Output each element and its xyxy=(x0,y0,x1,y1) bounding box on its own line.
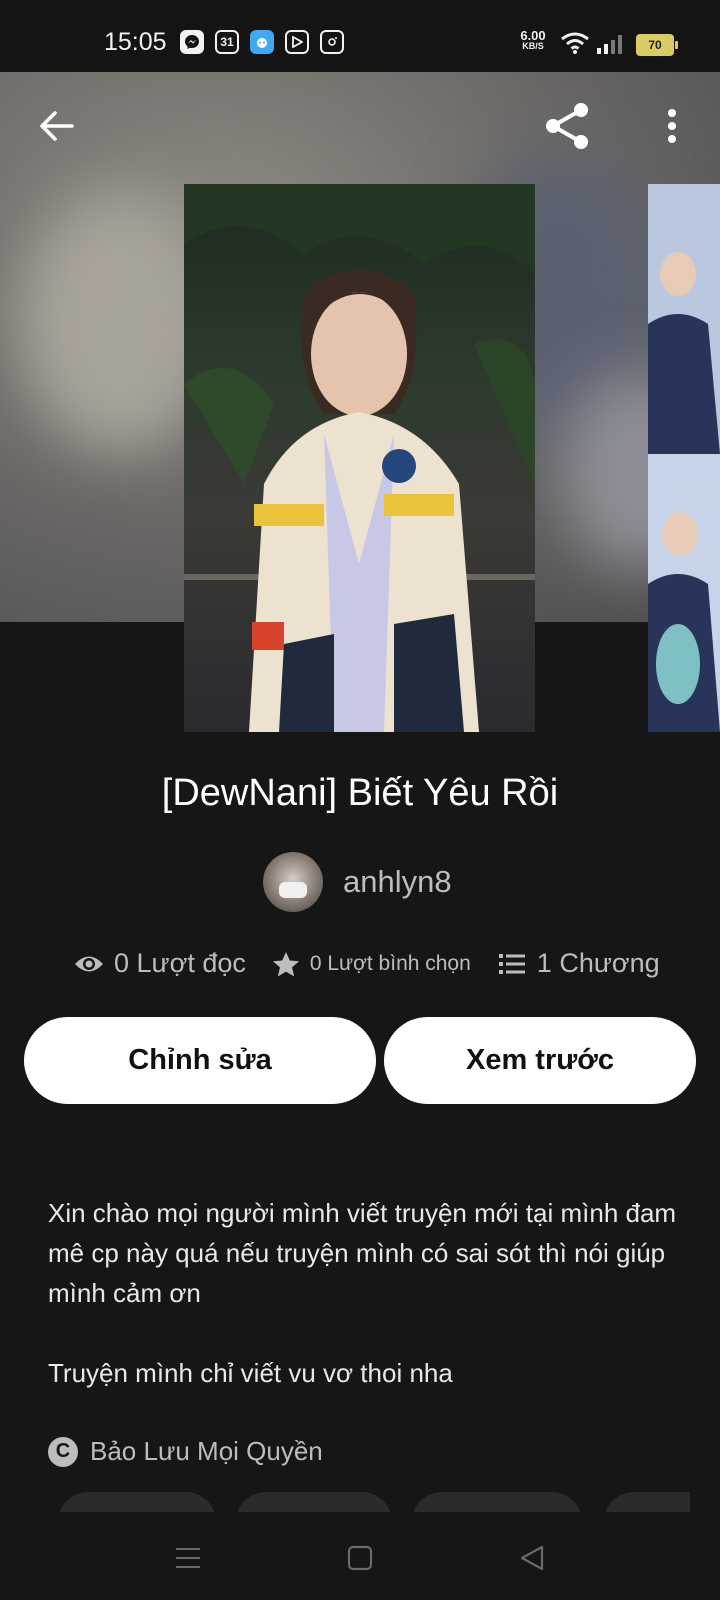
edit-button[interactable]: Chỉnh sửa xyxy=(24,1017,376,1104)
copyright-label: Bảo Lưu Mọi Quyền xyxy=(90,1436,323,1466)
votes-count: 0 Lượt bình chọn xyxy=(309,951,471,975)
tag-chip[interactable] xyxy=(412,1492,582,1512)
reads-count: 0 Lượt đọc xyxy=(114,948,246,978)
recent-apps-button[interactable] xyxy=(168,1540,208,1576)
chapters-count: 1 Chương xyxy=(536,948,660,978)
triangle-back-icon xyxy=(520,1545,544,1571)
votes-stat: 0 Lượt bình chọn xyxy=(272,951,471,977)
play-icon xyxy=(285,30,309,54)
home-button[interactable] xyxy=(340,1540,380,1576)
preview-button[interactable]: Xem trước xyxy=(384,1017,696,1104)
star-icon xyxy=(272,951,299,976)
tag-chip[interactable] xyxy=(604,1492,690,1512)
network-speed-value: 6.00 xyxy=(520,28,546,43)
back-button[interactable] xyxy=(28,98,84,154)
network-speed: 6.00 KB/S xyxy=(515,28,551,52)
author-row[interactable]: anhlyn8 xyxy=(263,852,452,912)
tag-chips xyxy=(58,1492,690,1512)
next-story-cover[interactable] xyxy=(648,184,720,732)
eye-icon xyxy=(75,956,103,971)
menu-icon xyxy=(176,1548,200,1568)
tag-chip[interactable] xyxy=(236,1492,392,1512)
share-icon xyxy=(546,103,588,149)
cover-photo xyxy=(184,184,535,732)
copyright-row: C Bảo Lưu Mọi Quyền xyxy=(48,1436,323,1467)
tag-chip[interactable] xyxy=(58,1492,216,1512)
status-time: 15:05 xyxy=(104,28,167,56)
calendar-icon: 31 xyxy=(215,30,239,54)
app-icon xyxy=(250,30,274,54)
author-name[interactable]: anhlyn8 xyxy=(343,864,452,900)
status-bar: 15:05 31 6.00 KB/S 70 xyxy=(0,0,720,72)
description-paragraph: Xin chào mọi người mình viết truyện mới … xyxy=(48,1198,677,1308)
battery-icon: 70 xyxy=(636,34,678,56)
list-icon xyxy=(498,953,525,974)
more-options-button[interactable] xyxy=(644,98,700,154)
arrow-left-icon xyxy=(40,111,74,141)
square-icon xyxy=(347,1545,373,1571)
story-cover[interactable] xyxy=(184,184,535,732)
wifi-icon xyxy=(560,32,590,59)
messenger-icon xyxy=(180,30,204,54)
story-title: [DewNani] Biết Yêu Rồi xyxy=(161,772,559,814)
chapters-stat: 1 Chương xyxy=(498,948,660,979)
share-button[interactable] xyxy=(540,98,596,154)
more-vertical-icon xyxy=(668,109,676,143)
description-paragraph: Truyện mình chỉ viết vu vơ thoi nha xyxy=(48,1358,453,1388)
avatar[interactable] xyxy=(263,852,323,912)
signal-icon xyxy=(597,34,625,59)
next-cover-photo xyxy=(648,184,720,732)
notification-icons: 31 xyxy=(180,30,344,54)
reads-stat: 0 Lượt đọc xyxy=(74,948,246,979)
instagram-icon xyxy=(320,30,344,54)
copyright-icon: C xyxy=(48,1436,78,1467)
back-nav-button[interactable] xyxy=(512,1540,552,1576)
story-stats: 0 Lượt đọc 0 Lượt bình chọn 1 Chương xyxy=(74,948,660,979)
story-description: Xin chào mọi người mình viết truyện mới … xyxy=(48,1193,678,1393)
